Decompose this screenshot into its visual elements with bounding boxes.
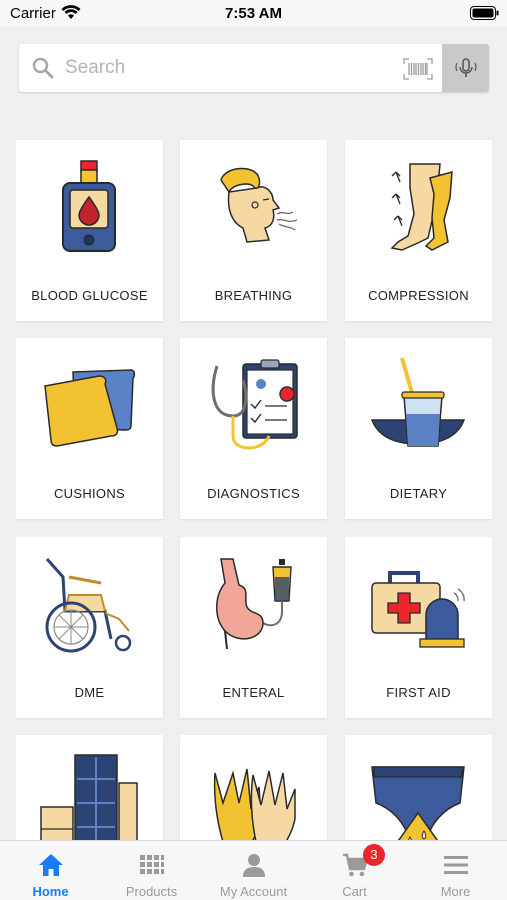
- tab-label: My Account: [219, 884, 288, 899]
- category-label: FIRST AID: [386, 685, 451, 700]
- tab-cart[interactable]: Cart: [304, 841, 405, 900]
- stethoscope-clipboard-icon: [211, 359, 298, 450]
- category-tile-breathing[interactable]: BREATHING: [180, 140, 327, 321]
- tab-label: Cart: [342, 884, 367, 899]
- search-area: [0, 26, 507, 118]
- clock: 7:53 AM: [225, 5, 282, 22]
- tab-my-account[interactable]: My Account: [203, 841, 304, 900]
- category-label: DIETARY: [389, 486, 448, 501]
- breathing-head-icon: [220, 167, 298, 243]
- voice-search-button[interactable]: [442, 44, 489, 92]
- category-label: ENTERAL: [222, 685, 285, 700]
- cushions-icon: [44, 369, 136, 447]
- drink-glass-icon: [370, 357, 466, 447]
- category-label: BLOOD GLUCOSE: [31, 288, 148, 303]
- category-tile-compression[interactable]: COMPRESSION: [345, 140, 492, 321]
- search-input[interactable]: [65, 44, 395, 92]
- stomach-feeding-bag-icon: [216, 558, 292, 650]
- gloves-icon: [213, 768, 296, 840]
- tab-label: More: [440, 884, 471, 899]
- status-bar: Carrier 7:53 AM: [0, 0, 507, 26]
- category-tile-incontinence[interactable]: [345, 735, 492, 840]
- home-icon: [39, 854, 63, 876]
- wheelchair-icon: [45, 558, 132, 653]
- category-tile-dietary[interactable]: DIETARY: [345, 338, 492, 519]
- bottom-tab-bar: Home Products My Account Cart More: [0, 840, 507, 900]
- category-tile-storage[interactable]: [16, 735, 163, 840]
- category-label: BREATHING: [214, 288, 293, 303]
- category-grid: BLOOD GLUCOSE BREATHING COMPRESSION CUSH…: [16, 140, 492, 840]
- tab-label: Home: [32, 884, 69, 899]
- storage-cabinet-icon: [40, 754, 138, 840]
- category-tile-gloves[interactable]: [180, 735, 327, 840]
- grid-icon: [140, 855, 164, 874]
- category-label: DME: [74, 685, 105, 700]
- tab-label: Products: [125, 884, 178, 899]
- tab-products[interactable]: Products: [101, 841, 202, 900]
- category-label: CUSHIONS: [53, 486, 126, 501]
- microphone-icon: [454, 58, 477, 77]
- category-label: DIAGNOSTICS: [207, 486, 300, 501]
- category-tile-enteral[interactable]: ENTERAL: [180, 537, 327, 718]
- incontinence-brief-icon: [371, 766, 465, 840]
- category-tile-cushions[interactable]: CUSHIONS: [16, 338, 163, 519]
- compression-legs-icon: [390, 163, 453, 251]
- cart-count-badge: 3: [363, 844, 385, 866]
- tab-more[interactable]: More: [405, 841, 506, 900]
- category-label: COMPRESSION: [368, 288, 469, 303]
- category-tile-diagnostics[interactable]: DIAGNOSTICS: [180, 338, 327, 519]
- search-bar[interactable]: [19, 44, 489, 92]
- category-tile-dme[interactable]: DME: [16, 537, 163, 718]
- category-tile-blood-glucose[interactable]: BLOOD GLUCOSE: [16, 140, 163, 321]
- blood-glucose-meter-icon: [62, 160, 116, 252]
- battery-icon: [470, 6, 499, 20]
- barcode-scan-icon[interactable]: [403, 58, 433, 80]
- menu-icon: [444, 856, 468, 874]
- tab-home[interactable]: Home: [0, 841, 101, 900]
- first-aid-kit-icon: [371, 571, 465, 648]
- person-icon: [243, 854, 265, 877]
- search-icon: [32, 57, 54, 79]
- category-tile-first-aid[interactable]: FIRST AID: [345, 537, 492, 718]
